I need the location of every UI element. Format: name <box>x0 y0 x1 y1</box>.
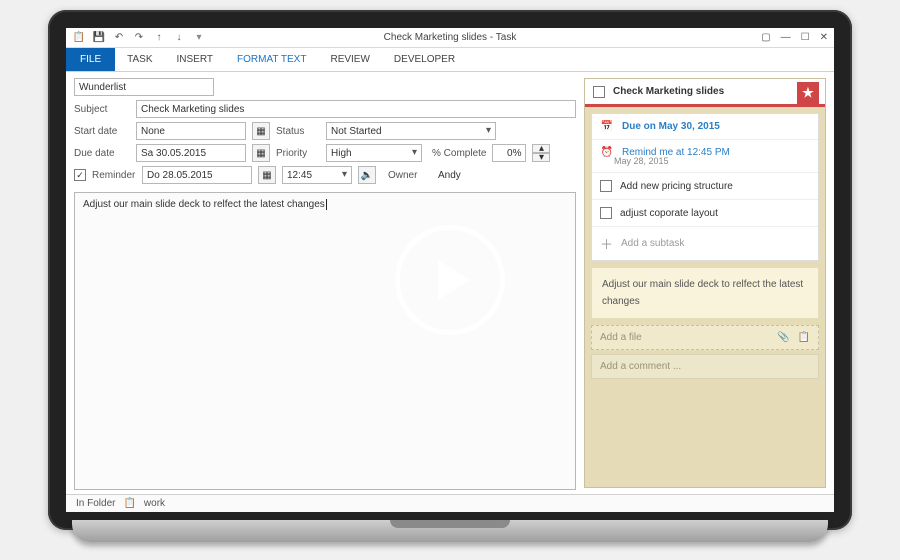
move-up-icon[interactable]: ↑ <box>152 31 166 45</box>
calendar-icon: 📅 <box>600 121 614 132</box>
save-icon[interactable]: 💾 <box>92 31 106 45</box>
priority-select[interactable]: High <box>326 144 422 162</box>
subtask-checkbox[interactable] <box>600 180 612 192</box>
add-comment-field[interactable]: Add a comment ... <box>591 354 819 379</box>
add-file-placeholder: Add a file <box>600 332 642 343</box>
subject-field[interactable]: Check Marketing slides <box>136 100 576 118</box>
in-folder-label: In Folder <box>76 498 115 509</box>
note-area[interactable]: Adjust our main slide deck to relfect th… <box>591 267 819 319</box>
reminder-sound-button[interactable]: 🔈 <box>358 166 376 184</box>
start-date-picker-button[interactable]: ▦ <box>252 122 270 140</box>
wunderlist-panel: Check Marketing slides ★ 📅 Due on May 30… <box>584 78 826 488</box>
alarm-icon: ⏰ <box>600 147 614 158</box>
due-date-field[interactable]: Sa 30.05.2015 <box>136 144 246 162</box>
undo-icon[interactable]: ↶ <box>112 31 126 45</box>
move-down-icon[interactable]: ↓ <box>172 31 186 45</box>
subtask-text: Add new pricing structure <box>620 181 733 192</box>
reminder-date-field[interactable]: Do 28.05.2015 <box>142 166 252 184</box>
subtask-checkbox[interactable] <box>600 207 612 219</box>
panel-title: Check Marketing slides <box>613 86 724 97</box>
minimize-button[interactable]: — <box>781 32 791 43</box>
reminder-time-select[interactable]: 12:45 <box>282 166 352 184</box>
laptop-bezel: 📋 💾 ↶ ↷ ↑ ↓ ▾ Check Marketing slides - T… <box>48 10 852 530</box>
titlebar: 📋 💾 ↶ ↷ ↑ ↓ ▾ Check Marketing slides - T… <box>66 28 834 48</box>
subtask-text: adjust coporate layout <box>620 208 718 219</box>
reminder-date: May 28, 2015 <box>614 156 818 172</box>
pct-down-button[interactable]: ▾ <box>532 153 550 162</box>
reminder-label: Reminder <box>92 170 136 181</box>
tab-format-text[interactable]: FORMAT TEXT <box>225 48 318 71</box>
subtask-row[interactable]: Add new pricing structure <box>592 173 818 200</box>
due-text: Due on May 30, 2015 <box>622 121 720 132</box>
status-bar: In Folder 📋 work <box>66 494 834 512</box>
panel-body: 📅 Due on May 30, 2015 ⏰ Remind me at 12:… <box>591 113 819 261</box>
tab-review[interactable]: REVIEW <box>318 48 381 71</box>
pct-complete-field[interactable]: 0% <box>492 144 526 162</box>
app-window: 📋 💾 ↶ ↷ ↑ ↓ ▾ Check Marketing slides - T… <box>66 28 834 512</box>
subtask-row[interactable]: adjust coporate layout <box>592 200 818 227</box>
owner-value: Andy <box>438 170 461 181</box>
add-comment-placeholder: Add a comment ... <box>600 361 681 372</box>
tab-developer[interactable]: DEVELOPER <box>382 48 467 71</box>
laptop-notch <box>390 520 510 528</box>
star-button[interactable]: ★ <box>797 82 819 104</box>
laptop-base <box>72 520 828 542</box>
qat-more-icon[interactable]: ▾ <box>192 31 206 45</box>
status-label: Status <box>276 126 320 137</box>
status-select[interactable]: Not Started <box>326 122 496 140</box>
ribbon-collapse-icon[interactable]: ▢ <box>761 32 770 43</box>
ribbon: FILE TASK INSERT FORMAT TEXT REVIEW DEVE… <box>66 48 834 72</box>
redo-icon[interactable]: ↷ <box>132 31 146 45</box>
start-date-label: Start date <box>74 126 130 137</box>
add-file-row[interactable]: Add a file 📎 📋 <box>591 325 819 350</box>
tab-file[interactable]: FILE <box>66 48 115 71</box>
clipboard-icon: 📋 <box>72 31 86 45</box>
close-button[interactable]: ✕ <box>820 32 828 43</box>
plus-icon: ＋ <box>600 234 613 253</box>
reminder-checkbox[interactable] <box>74 169 86 181</box>
laptop-frame: 📋 💾 ↶ ↷ ↑ ↓ ▾ Check Marketing slides - T… <box>48 10 852 530</box>
panel-complete-checkbox[interactable] <box>593 86 605 98</box>
note-text: Adjust our main slide deck to relfect th… <box>602 279 803 307</box>
reminder-row[interactable]: ⏰ Remind me at 12:45 PM May 28, 2015 <box>592 140 818 173</box>
pct-complete-label: % Complete <box>432 148 486 159</box>
folder-icon: 📋 <box>123 498 135 509</box>
attach-icon[interactable]: 📎 <box>777 332 789 343</box>
calendar-icon: ▦ <box>256 148 265 159</box>
due-date-label: Due date <box>74 148 130 159</box>
due-date-picker-button[interactable]: ▦ <box>252 144 270 162</box>
tab-task[interactable]: TASK <box>115 48 164 71</box>
start-date-field[interactable]: None <box>136 122 246 140</box>
calendar-icon: ▦ <box>262 170 271 181</box>
folder-name[interactable]: work <box>144 498 165 509</box>
panel-header: Check Marketing slides ★ <box>585 79 825 107</box>
task-body-text: Adjust our main slide deck to relfect th… <box>83 199 327 210</box>
tab-insert[interactable]: INSERT <box>165 48 226 71</box>
owner-label: Owner <box>388 170 432 181</box>
subject-label: Subject <box>74 104 130 115</box>
speaker-icon: 🔈 <box>361 170 373 181</box>
task-form: Wunderlist Subject Check Marketing slide… <box>66 72 584 494</box>
priority-label: Priority <box>276 148 320 159</box>
due-row[interactable]: 📅 Due on May 30, 2015 <box>592 114 818 140</box>
add-subtask-row[interactable]: ＋ Add a subtask <box>592 227 818 260</box>
reminder-date-picker-button[interactable]: ▦ <box>258 166 276 184</box>
task-body-editor[interactable]: Adjust our main slide deck to relfect th… <box>74 192 576 490</box>
calendar-icon: ▦ <box>256 126 265 137</box>
content-area: Wunderlist Subject Check Marketing slide… <box>66 72 834 494</box>
clipboard-icon[interactable]: 📋 <box>798 332 810 343</box>
maximize-button[interactable]: ☐ <box>801 32 810 43</box>
add-subtask-placeholder: Add a subtask <box>621 238 684 249</box>
category-field[interactable]: Wunderlist <box>74 78 214 96</box>
